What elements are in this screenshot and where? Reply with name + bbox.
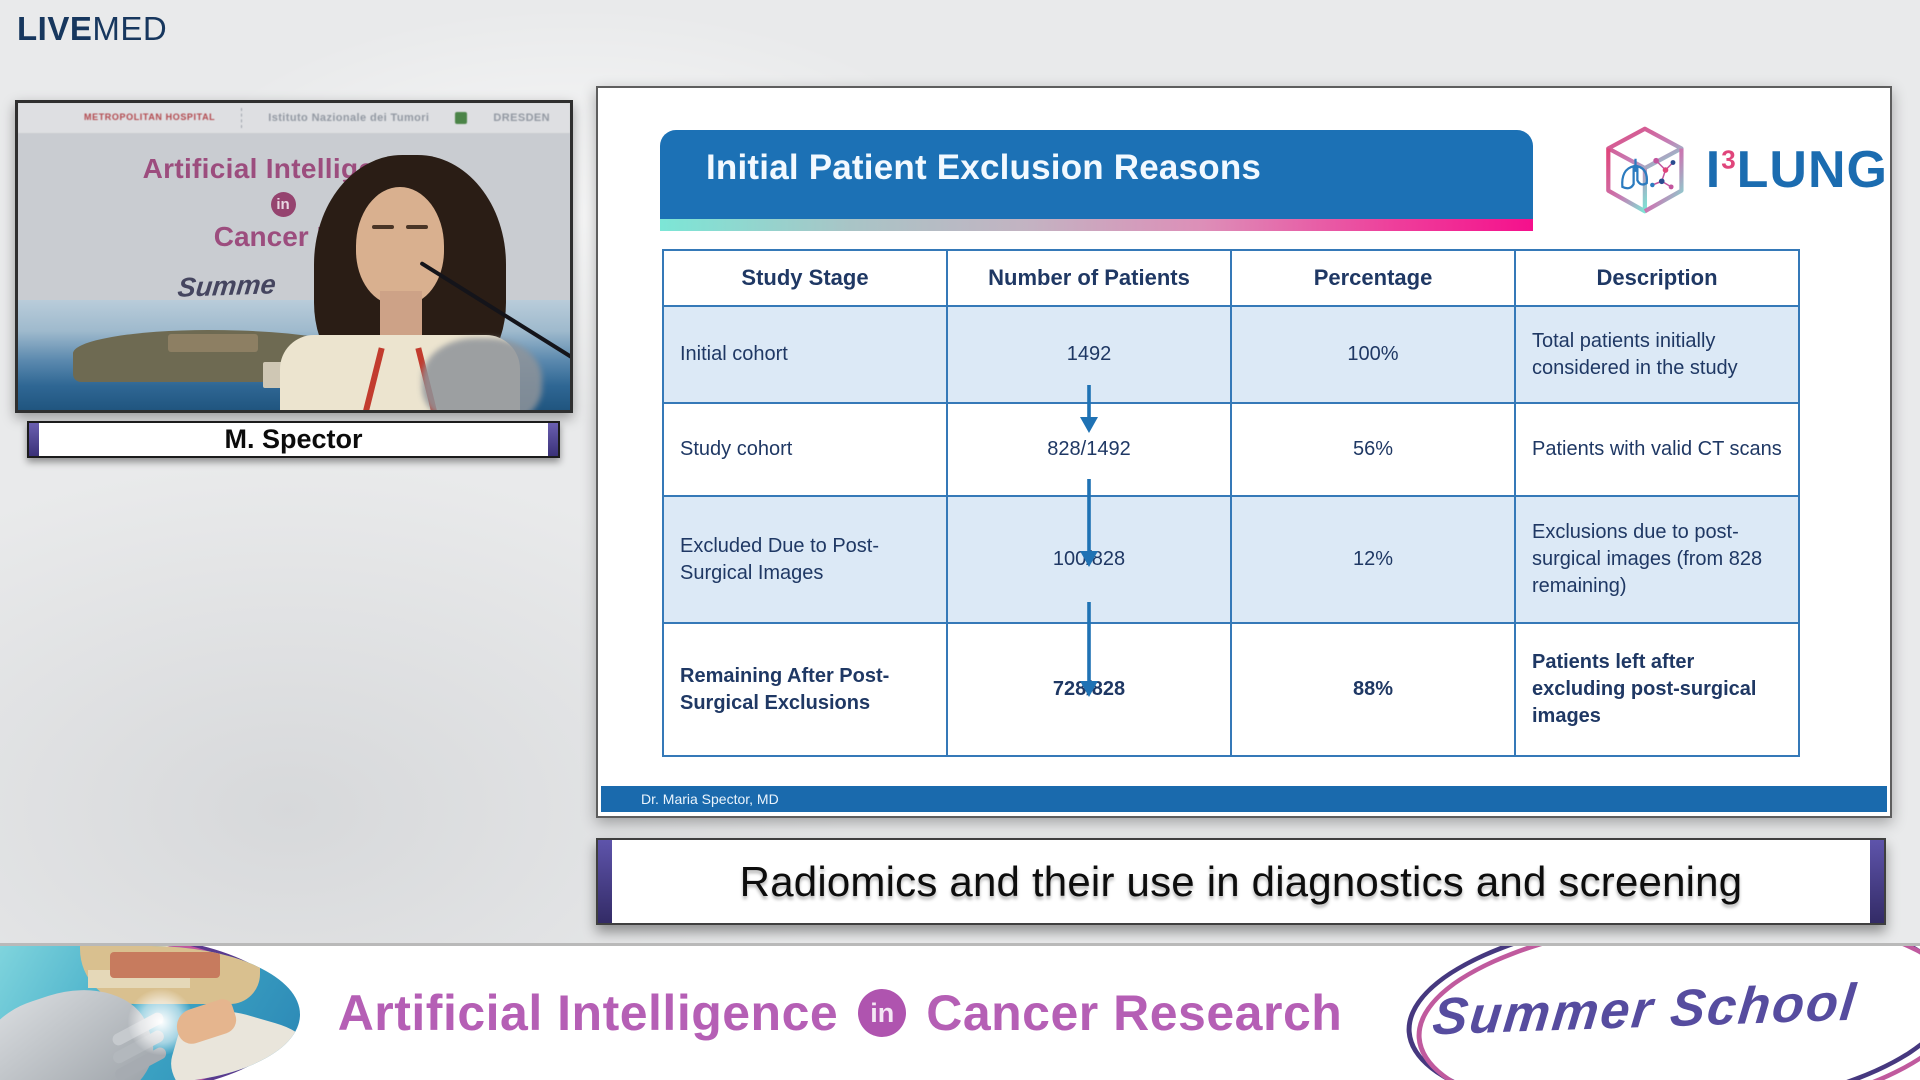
banner-in-badge: in <box>858 989 906 1037</box>
banner-title: Artificial Intelligence in Cancer Resear… <box>300 946 1380 1080</box>
table-row: Study cohort828/149256%Patients with val… <box>663 403 1799 496</box>
i3lung-cube-icon <box>1598 118 1692 222</box>
backdrop-sponsor-logos: METROPOLITAN HOSPITAL Istituto Nazionale… <box>18 103 570 133</box>
livestream-page: LIVEMED METROPOLITAN HOSPITAL Istituto N… <box>0 0 1920 1080</box>
slide-footer-bar: Dr. Maria Spector, MD <box>601 786 1887 812</box>
table-cell: Exclusions due to post-surgical images (… <box>1515 496 1799 623</box>
name-plate-end-cap <box>29 423 39 456</box>
table-header-cell: Number of Patients <box>947 250 1231 306</box>
lecture-bar-end-cap <box>1870 840 1884 923</box>
name-plate-end-cap <box>548 423 558 456</box>
livemed-logo-live: LIVE <box>17 10 92 47</box>
table-header-row: Study StageNumber of PatientsPercentageD… <box>663 250 1799 306</box>
table-row: Initial cohort1492100%Total patients ini… <box>663 306 1799 403</box>
banner-title-right: Cancer Research <box>926 984 1342 1042</box>
logo-divider <box>241 108 242 128</box>
metropolitan-hospital-logo: METROPOLITAN HOSPITAL <box>84 113 215 123</box>
banner-artwork-image <box>0 946 300 1080</box>
podium-microphone <box>422 338 542 413</box>
table-cell: 100% <box>1231 306 1515 403</box>
table-row: Remaining After Post-Surgical Exclusions… <box>663 623 1799 756</box>
table-cell: Total patients initially considered in t… <box>1515 306 1799 403</box>
presentation-slide: Initial Patient Exclusion Reasons <box>596 86 1892 818</box>
backdrop-in-badge: in <box>271 192 296 217</box>
i3lung-wordmark: I3LUNG <box>1706 140 1888 200</box>
table-cell: Excluded Due to Post-Surgical Images <box>663 496 947 623</box>
table-header-cell: Description <box>1515 250 1799 306</box>
speaker-face <box>356 187 444 305</box>
lecture-bar-end-cap <box>598 840 612 923</box>
speaker-name-plate: M. Spector <box>27 421 560 458</box>
table-header-cell: Study Stage <box>663 250 947 306</box>
table-cell: Patients left after excluding post-surgi… <box>1515 623 1799 756</box>
exclusion-table: Study StageNumber of PatientsPercentageD… <box>662 249 1800 757</box>
title-gradient-strip <box>660 219 1533 231</box>
istituto-tumori-logo: Istituto Nazionale dei Tumori <box>268 112 429 124</box>
speaker-video-feed: METROPOLITAN HOSPITAL Istituto Nazionale… <box>15 100 573 413</box>
slide-title-bar: Initial Patient Exclusion Reasons <box>660 130 1533 219</box>
fortress-shape <box>168 334 258 352</box>
speaker-eye-left <box>372 225 394 229</box>
speaker-eye-right <box>406 225 428 229</box>
slide-title: Initial Patient Exclusion Reasons <box>706 148 1261 188</box>
table-cell: 12% <box>1231 496 1515 623</box>
livemed-logo-med: MED <box>92 10 167 47</box>
backdrop-summer-script: Summe <box>176 269 277 303</box>
table-cell: 56% <box>1231 403 1515 496</box>
slide-author-credit: Dr. Maria Spector, MD <box>601 791 779 807</box>
table-cell: Study cohort <box>663 403 947 496</box>
dresden-logo: DRESDEN <box>493 112 550 124</box>
lecture-title-bar: Radiomics and their use in diagnostics a… <box>596 838 1886 925</box>
livemed-logo: LIVEMED <box>17 10 167 48</box>
conference-banner: Artificial Intelligence in Cancer Resear… <box>0 943 1920 1080</box>
lecture-title: Radiomics and their use in diagnostics a… <box>740 858 1743 906</box>
i3lung-logo: I3LUNG <box>1598 114 1888 226</box>
table-cell: 88% <box>1231 623 1515 756</box>
flow-arrow-icon <box>1074 385 1104 433</box>
speaker-name: M. Spector <box>224 424 362 455</box>
table-header-cell: Percentage <box>1231 250 1515 306</box>
table-row: Excluded Due to Post-Surgical Images100/… <box>663 496 1799 623</box>
flow-arrow-icon <box>1074 602 1104 697</box>
banner-title-left: Artificial Intelligence <box>338 984 839 1042</box>
table-cell: Remaining After Post-Surgical Exclusions <box>663 623 947 756</box>
table-cell: Initial cohort <box>663 306 947 403</box>
green-logo-mark <box>455 112 467 124</box>
flow-arrow-icon <box>1074 479 1104 567</box>
table-cell: Patients with valid CT scans <box>1515 403 1799 496</box>
exclusion-table-wrap: Study StageNumber of PatientsPercentageD… <box>662 249 1800 757</box>
